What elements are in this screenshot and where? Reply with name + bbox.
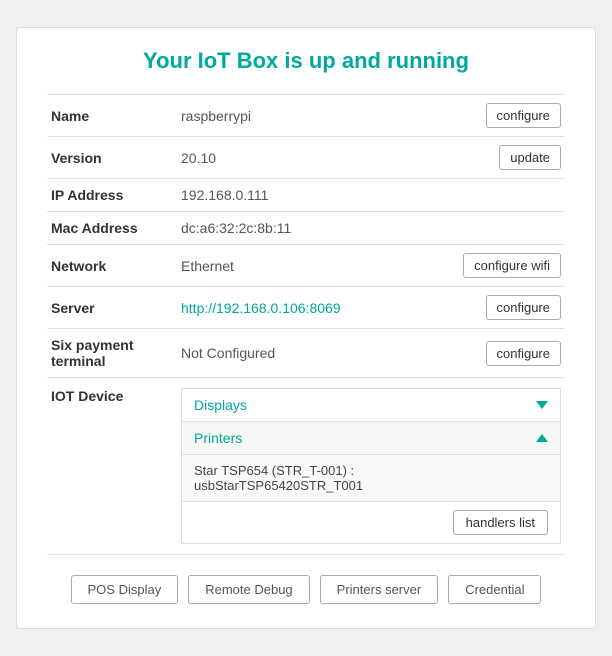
printers-server-button[interactable]: Printers server [320, 575, 439, 604]
row-version: Version 20.10 update [47, 137, 565, 179]
handlers-list-button[interactable]: handlers list [453, 510, 548, 535]
label-network: Network [47, 245, 177, 287]
value-ip: 192.168.0.111 [177, 179, 565, 212]
iot-device-cell: Displays Printers Star TSP65 [177, 378, 565, 555]
action-name: configure [415, 95, 565, 137]
update-version-button[interactable]: update [499, 145, 561, 170]
printers-label: Printers [194, 430, 242, 446]
configure-server-button[interactable]: configure [486, 295, 561, 320]
server-link[interactable]: http://192.168.0.106:8069 [181, 300, 341, 316]
displays-label: Displays [194, 397, 247, 413]
configure-wifi-button[interactable]: configure wifi [463, 253, 561, 278]
iot-device-content: Displays Printers Star TSP65 [181, 388, 561, 544]
label-six-payment: Six payment terminal [47, 329, 177, 378]
label-server: Server [47, 287, 177, 329]
label-ip: IP Address [47, 179, 177, 212]
row-network: Network Ethernet configure wifi [47, 245, 565, 287]
value-network: Ethernet [177, 245, 415, 287]
action-server: configure [415, 287, 565, 329]
page-title: Your IoT Box is up and running [47, 48, 565, 74]
value-version: 20.10 [177, 137, 415, 179]
info-table: Name raspberrypi configure Version 20.10… [47, 94, 565, 555]
handlers-row: handlers list [182, 502, 560, 543]
printer-device-path: usbStarTSP65420STR_T001 [194, 478, 548, 493]
action-version: update [415, 137, 565, 179]
displays-item[interactable]: Displays [182, 389, 560, 422]
label-mac: Mac Address [47, 212, 177, 245]
bottom-buttons: POS Display Remote Debug Printers server… [47, 575, 565, 604]
value-name: raspberrypi [177, 95, 415, 137]
value-mac: dc:a6:32:2c:8b:11 [177, 212, 565, 245]
row-mac: Mac Address dc:a6:32:2c:8b:11 [47, 212, 565, 245]
row-iot-device: IOT Device Displays Printers [47, 378, 565, 555]
label-iot-device: IOT Device [47, 378, 177, 555]
credential-button[interactable]: Credential [448, 575, 541, 604]
main-card: Your IoT Box is up and running Name rasp… [16, 27, 596, 629]
displays-chevron-down-icon [536, 401, 548, 409]
row-ip: IP Address 192.168.0.111 [47, 179, 565, 212]
remote-debug-button[interactable]: Remote Debug [188, 575, 309, 604]
pos-display-button[interactable]: POS Display [71, 575, 179, 604]
row-name: Name raspberrypi configure [47, 95, 565, 137]
printers-chevron-up-icon [536, 434, 548, 442]
printer-detail: Star TSP654 (STR_T-001) : usbStarTSP6542… [182, 455, 560, 502]
row-six-payment: Six payment terminal Not Configured conf… [47, 329, 565, 378]
value-server: http://192.168.0.106:8069 [177, 287, 415, 329]
value-six-payment: Not Configured [177, 329, 415, 378]
label-name: Name [47, 95, 177, 137]
configure-six-button[interactable]: configure [486, 341, 561, 366]
printers-item[interactable]: Printers [182, 422, 560, 455]
configure-name-button[interactable]: configure [486, 103, 561, 128]
printer-device-name: Star TSP654 (STR_T-001) : [194, 463, 548, 478]
action-six-payment: configure [415, 329, 565, 378]
row-server: Server http://192.168.0.106:8069 configu… [47, 287, 565, 329]
label-version: Version [47, 137, 177, 179]
action-network: configure wifi [415, 245, 565, 287]
